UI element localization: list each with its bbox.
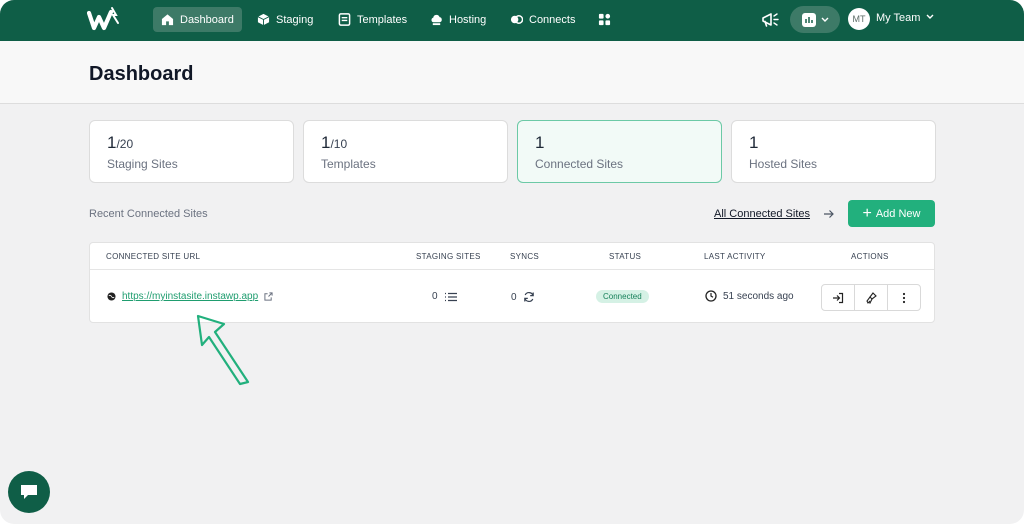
nav-dashboard-label: Dashboard [180,13,234,26]
site-url-cell: https://myinstasite.instawp.app [107,291,273,302]
login-icon [833,292,844,303]
connected-sites-table: CONNECTED SITE URL STAGING SITES SYNCS S… [89,242,935,323]
announcement-icon[interactable] [760,10,782,30]
stat-value: 1/10 [321,133,348,152]
last-activity-cell: 51 seconds ago [705,290,794,302]
last-activity-text: 51 seconds ago [723,290,794,302]
cube-icon [257,13,270,26]
column-header: STATUS [609,252,642,261]
nav-staging-label: Staging [276,13,314,26]
team-chevron-down-icon[interactable] [926,14,934,20]
nav-connects-label: Connects [529,13,576,26]
column-header: SYNCS [510,252,540,261]
nav-staging[interactable]: Staging [249,7,321,32]
column-header: STAGING SITES [416,252,481,261]
stat-value: 1 [535,133,545,152]
arrow-right-icon[interactable] [823,209,835,219]
stat-card-hosted[interactable]: 1 Hosted Sites [731,120,936,183]
syncs-count: 0 [511,291,517,303]
apps-grid-icon [598,13,611,26]
globe-icon [107,292,116,301]
workspace-switcher[interactable] [790,6,840,33]
chevron-down-icon [821,17,828,22]
brush-icon [866,291,877,304]
page-header: Dashboard [0,41,1024,104]
login-action-button[interactable] [821,284,855,311]
chat-launcher-button[interactable] [8,471,50,513]
page-title: Dashboard [89,63,194,85]
nav-dashboard[interactable]: Dashboard [153,7,242,32]
stat-value: 1/20 [107,133,134,152]
nav-apps[interactable] [590,7,619,32]
add-new-button[interactable]: + Add New [848,200,935,227]
annotation-arrow-icon [196,314,250,386]
nav-hosting[interactable]: Hosting [422,7,494,32]
home-icon [161,14,174,26]
column-header: CONNECTED SITE URL [106,252,201,261]
chat-icon [21,485,37,499]
sync-icon[interactable] [523,291,535,303]
more-actions-button[interactable] [887,284,921,311]
status-cell: Connected [596,290,649,303]
plus-icon: + [862,204,872,222]
clock-icon [705,290,717,302]
all-connected-sites-link[interactable]: All Connected Sites [714,208,810,220]
stat-label: Staging Sites [107,157,178,171]
stat-label: Connected Sites [535,157,624,171]
chart-icon [801,12,816,27]
avatar[interactable]: MT [848,8,870,30]
syncs-cell: 0 [511,291,535,303]
section-label: Recent Connected Sites [89,208,208,220]
app-frame: Dashboard Staging Templates Hosting Conn… [0,0,1024,524]
team-name[interactable]: My Team [876,12,920,24]
column-header: ACTIONS [851,252,889,261]
add-new-label: Add New [875,207,921,220]
top-navbar: Dashboard Staging Templates Hosting Conn… [0,0,1024,41]
cloud-icon [431,14,442,26]
connects-icon [510,15,523,24]
instawp-logo[interactable] [87,6,123,34]
list-icon[interactable] [444,292,458,302]
more-vertical-icon [902,292,906,303]
column-header: LAST ACTIVITY [704,252,766,261]
external-link-icon[interactable] [264,292,273,301]
stat-card-staging[interactable]: 1/20 Staging Sites [89,120,294,183]
stat-card-connected[interactable]: 1 Connected Sites [517,120,722,183]
nav-templates[interactable]: Templates [330,7,415,32]
stat-label: Templates [321,157,376,171]
magic-login-button[interactable] [854,284,888,311]
stat-value: 1 [749,133,759,152]
templates-icon [338,13,351,26]
nav-hosting-label: Hosting [449,13,487,26]
staging-count: 0 [432,291,438,302]
site-url-link[interactable]: https://myinstasite.instawp.app [122,291,258,302]
stat-label: Hosted Sites [749,157,818,171]
stat-card-templates[interactable]: 1/10 Templates [303,120,508,183]
table-header: CONNECTED SITE URL STAGING SITES SYNCS S… [90,243,934,270]
staging-sites-cell: 0 [432,291,458,302]
nav-connects[interactable]: Connects [502,7,583,32]
status-badge: Connected [596,290,649,303]
nav-templates-label: Templates [357,13,408,26]
